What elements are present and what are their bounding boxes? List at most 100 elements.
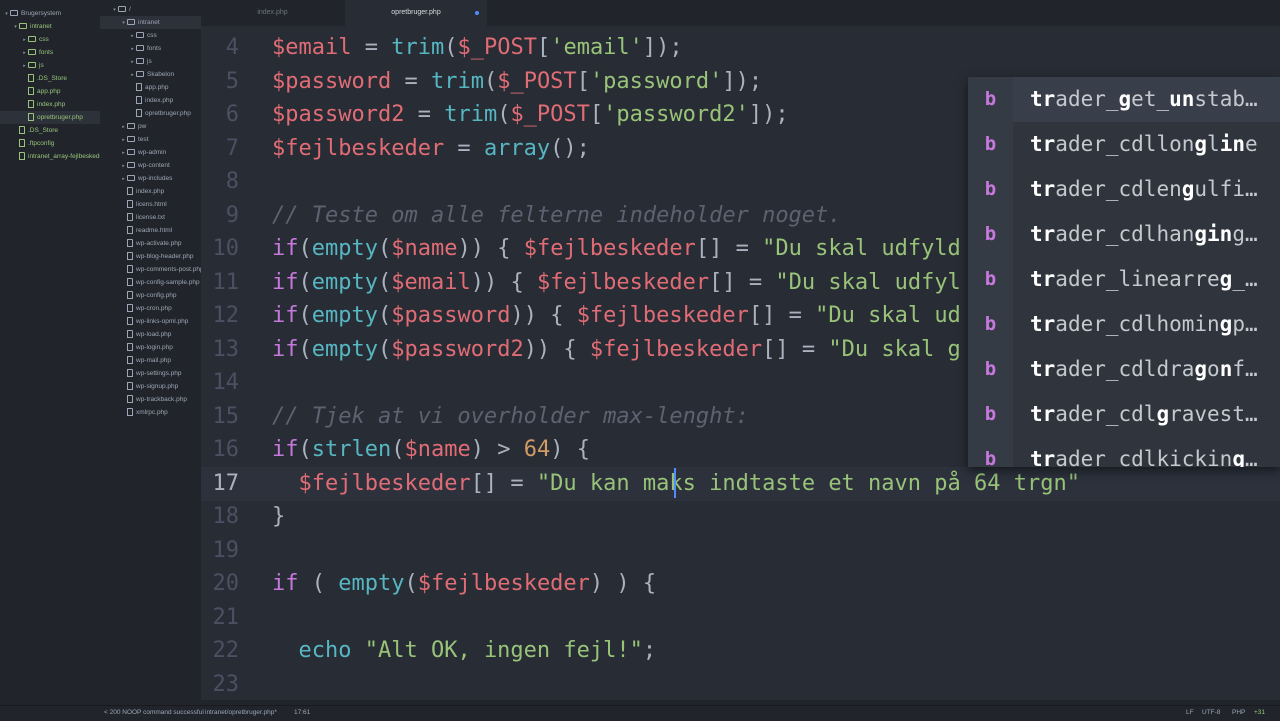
tree-file[interactable]: license.txt <box>100 211 201 224</box>
tree-file[interactable]: app.php <box>100 81 201 94</box>
file-icon <box>136 109 142 118</box>
code-line[interactable]: 23 <box>201 668 1280 701</box>
tree-file[interactable]: xmlrpc.php <box>100 406 201 419</box>
match-highlight: in <box>1219 132 1245 156</box>
match-highlight: tr <box>1030 312 1056 336</box>
tree-folder[interactable]: ▸ pw <box>100 120 201 133</box>
tree-folder[interactable]: ▾ intranet <box>100 16 201 29</box>
match-highlight: tr <box>1030 87 1056 111</box>
code-text: if(empty($name)) { $fejlbeskeder[] = "Du… <box>272 232 961 266</box>
autocomplete-item[interactable]: b trader_cdlkicking… <box>968 437 1280 467</box>
status-file-path[interactable]: intranet/opretbruger.php* <box>205 706 277 720</box>
tree-folder[interactable]: ▸ Skabelon <box>100 68 201 81</box>
tree-folder[interactable]: ▸ fonts <box>100 42 201 55</box>
tree-file[interactable]: .DS_Store <box>0 124 100 137</box>
tab-opretbruger-php[interactable]: opretbruger.php <box>345 0 487 26</box>
tree-file[interactable]: index.php <box>0 98 100 111</box>
code-token: if <box>272 269 299 295</box>
autocomplete-item[interactable]: b trader_cdlhomingp… <box>968 302 1280 347</box>
autocomplete-item[interactable]: b trader_cdlengulfi… <box>968 167 1280 212</box>
tree-folder[interactable]: ▾ Brugersystem <box>0 7 100 20</box>
autocomplete-item[interactable]: b trader_cdlgravest… <box>968 392 1280 437</box>
file-icon <box>127 382 133 391</box>
code-token: )) { <box>510 303 577 328</box>
tree-file[interactable]: wp-blog-header.php <box>100 250 201 263</box>
tree-folder[interactable]: ▸ js <box>100 55 201 68</box>
suggestion-segment: g… <box>1232 222 1258 246</box>
tree-folder[interactable]: ▸ wp-admin <box>100 146 201 159</box>
tree-file[interactable]: .ftpconfig <box>0 137 100 150</box>
tree-folder[interactable]: ▾ / <box>100 3 201 16</box>
tree-folder[interactable]: ▸ css <box>100 29 201 42</box>
autocomplete-item[interactable]: b trader_cdlhanging… <box>968 212 1280 257</box>
chevron-down-icon: ▾ <box>14 24 17 30</box>
code-token: ( <box>404 571 418 596</box>
tree-folder[interactable]: ▸ js <box>0 59 100 72</box>
code-token: echo <box>298 638 352 663</box>
tree-folder[interactable]: ▸ css <box>0 33 100 46</box>
tree-item-label: wp-config-sample.php <box>136 279 200 286</box>
suggestion-text: trader_cdlhanging… <box>1030 212 1258 257</box>
suggestion-type-badge: b <box>968 77 1013 122</box>
tree-file[interactable]: wp-comments-post.php <box>100 263 201 276</box>
code-line[interactable]: 19 <box>201 534 1280 568</box>
tree-file[interactable]: wp-login.php <box>100 341 201 354</box>
tree-file[interactable]: wp-config-sample.php <box>100 276 201 289</box>
tree-folder[interactable]: ▸ test <box>100 133 201 146</box>
code-token: [] = <box>762 336 829 362</box>
tree-file[interactable]: index.php <box>100 94 201 107</box>
tree-file[interactable]: wp-mail.php <box>100 354 201 367</box>
tree-file[interactable]: wp-signup.php <box>100 380 201 393</box>
code-line[interactable]: 21 <box>201 601 1280 635</box>
tree-folder[interactable]: ▸ wp-includes <box>100 172 201 185</box>
code-token: if <box>272 437 299 462</box>
code-line[interactable]: 22 echo "Alt OK, ingen fejl!"; <box>201 634 1280 668</box>
autocomplete-item[interactable]: b trader_cdldragonf… <box>968 347 1280 392</box>
tab-index-php[interactable]: index.php <box>201 0 344 26</box>
grammar-selector[interactable]: PHP <box>1232 706 1245 720</box>
folder-icon <box>10 10 18 17</box>
tree-folder[interactable]: ▸ wp-content <box>100 159 201 172</box>
autocomplete-item[interactable]: b trader_cdllongline <box>968 122 1280 167</box>
folder-icon <box>127 123 135 130</box>
line-ending[interactable]: LF <box>1186 706 1194 720</box>
code-text: $fejlbeskeder = array(); <box>272 132 590 166</box>
suggestion-type-badge: b <box>968 437 1013 467</box>
tree-file[interactable]: wp-load.php <box>100 328 201 341</box>
tree-file[interactable]: index.php <box>100 185 201 198</box>
code-line[interactable]: 17 $fejlbeskeder[] = "Du kan maks indtas… <box>201 466 1280 501</box>
chevron-down-icon: ▾ <box>5 11 8 17</box>
tree-file[interactable]: .DS_Store <box>0 72 100 85</box>
code-token: [] = <box>748 303 816 328</box>
tree-file[interactable]: wp-links-opml.php <box>100 315 201 328</box>
tree-file[interactable]: wp-settings.php <box>100 367 201 380</box>
git-status[interactable]: +31 <box>1254 706 1265 720</box>
code-line[interactable]: 20 if ( empty($fejlbeskeder) ) { <box>201 567 1280 601</box>
file-icon <box>127 369 133 378</box>
tree-file[interactable]: intranet_array-fejlbeskeder <box>0 150 100 163</box>
tree-file[interactable]: wp-config.php <box>100 289 201 302</box>
cursor-position[interactable]: 17:61 <box>294 706 310 720</box>
code-token: if <box>272 336 299 362</box>
tree-file[interactable]: opretbruger.php <box>100 107 201 120</box>
autocomplete-popup[interactable]: b trader_get_unstab… b trader_cdllongline b t… <box>968 77 1280 467</box>
code-token: "Du skal g <box>828 336 961 362</box>
tree-folder[interactable]: ▸ fonts <box>0 46 100 59</box>
tree-file[interactable]: readme.html <box>100 224 201 237</box>
tree-file[interactable]: opretbruger.php <box>0 111 100 124</box>
file-encoding[interactable]: UTF-8 <box>1202 706 1220 720</box>
code-token: ( <box>444 35 458 60</box>
tree-folder[interactable]: ▾ intranet <box>0 20 100 33</box>
tree-file[interactable]: wp-cron.php <box>100 302 201 315</box>
tree-file[interactable]: wp-activate.php <box>100 237 201 250</box>
tree-item-label: index.php <box>145 97 174 104</box>
code-line[interactable]: 18} <box>201 500 1280 534</box>
code-line[interactable]: 4 $email = trim($_POST['email']); <box>201 31 1280 65</box>
tree-file[interactable]: licens.html <box>100 198 201 211</box>
autocomplete-item[interactable]: b trader_get_unstab… <box>968 77 1280 122</box>
autocomplete-item[interactable]: b trader_linearreg_… <box>968 257 1280 302</box>
status-message: < 200 NOOP command successful <box>104 709 204 716</box>
tree-file[interactable]: app.php <box>0 85 100 98</box>
tree-file[interactable]: wp-trackback.php <box>100 393 201 406</box>
